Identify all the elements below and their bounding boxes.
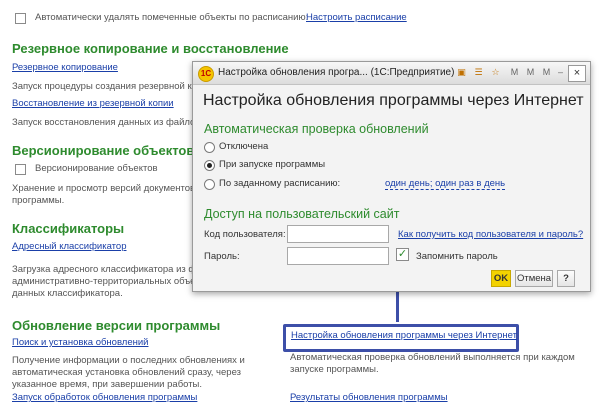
restore-link[interactable]: Восстановление из резервной копии (12, 98, 174, 109)
run-update-handlers-link[interactable]: Запуск обработок обновления программы (12, 392, 197, 403)
help-button[interactable]: ? (557, 270, 575, 287)
remember-password-checkbox[interactable]: ✓ (396, 248, 409, 261)
dialog-title: Настройка обновления программы через Инт… (203, 92, 584, 109)
classifier-description: Загрузка адресного классификатора из фа (12, 264, 202, 275)
close-icon[interactable]: × (568, 65, 586, 82)
versioning-label: Версионирование объектов (35, 163, 158, 174)
update-section-title: Обновление версии программы (12, 318, 221, 333)
remember-password-label: Запомнить пароль (416, 251, 498, 262)
how-to-get-code-link[interactable]: Как получить код пользователя и пароль? (398, 229, 583, 240)
classifier-description-3: данных классификатора. (12, 288, 123, 299)
password-input[interactable] (287, 247, 389, 265)
backup-section-title: Резервное копирование и восстановление (12, 41, 289, 56)
callout-connector (396, 290, 399, 322)
memory-minus-icon[interactable]: M (540, 66, 553, 79)
update-results-link[interactable]: Результаты обновления программы (290, 392, 448, 403)
list-icon[interactable]: ☰ (472, 66, 485, 79)
user-code-label: Код пользователя: (204, 229, 286, 240)
update-settings-description: Автоматическая проверка обновлений выпол… (290, 352, 575, 375)
versioning-section-title: Версионирование объектов (12, 143, 195, 158)
memory-icon[interactable]: M (508, 66, 521, 79)
auto-check-heading: Автоматическая проверка обновлений (204, 122, 429, 136)
access-heading: Доступ на пользовательский сайт (204, 207, 400, 221)
radio-on-startup[interactable] (204, 160, 215, 171)
versioning-checkbox[interactable] (15, 164, 26, 175)
bookmark-icon[interactable]: ☆ (489, 66, 502, 79)
find-updates-description: Получение информации о последних обновле… (12, 355, 245, 390)
save-icon[interactable]: ▣ (455, 66, 468, 79)
ok-button[interactable]: OK (491, 270, 511, 287)
backup-description: Запуск процедуры создания резервной коп (12, 81, 203, 92)
restore-description: Запуск восстановления данных из файлов р (12, 117, 209, 128)
address-classifier-link[interactable]: Адресный классификатор (12, 241, 127, 252)
radio-disabled[interactable] (204, 142, 215, 153)
minimize-icon[interactable]: – (554, 66, 567, 79)
backup-link[interactable]: Резервное копирование (12, 62, 118, 73)
radio-schedule[interactable] (204, 179, 215, 190)
app-1c-icon: 1С (198, 66, 214, 82)
versioning-description: Хранение и просмотр версий документов и (12, 183, 204, 194)
classifier-description-2: административно-территориальных объект (12, 276, 205, 287)
versioning-description-2: программы. (12, 195, 65, 206)
cancel-button[interactable]: Отмена (515, 270, 553, 287)
radio-disabled-label: Отключена (219, 141, 269, 152)
update-settings-dialog: 1С Настройка обновления програ... (1С:Пр… (192, 61, 591, 292)
password-label: Пароль: (204, 251, 240, 262)
classifiers-section-title: Классификаторы (12, 221, 125, 236)
auto-delete-label: Автоматически удалять помеченные объекты… (35, 12, 309, 23)
radio-schedule-label: По заданному расписанию: (219, 178, 341, 189)
update-settings-link[interactable]: Настройка обновления программы через Инт… (291, 330, 517, 341)
schedule-link[interactable]: один день; один раз в день (385, 178, 506, 190)
window-title: Настройка обновления програ... (1С:Предп… (218, 67, 455, 78)
configure-schedule-link[interactable]: Настроить расписание (306, 12, 407, 23)
auto-delete-checkbox[interactable] (15, 13, 26, 24)
radio-on-startup-label: При запуске программы (219, 159, 326, 170)
user-code-input[interactable] (287, 225, 389, 243)
dialog-titlebar[interactable]: 1С Настройка обновления програ... (1С:Пр… (193, 62, 590, 85)
find-updates-link[interactable]: Поиск и установка обновлений (12, 337, 148, 348)
highlight-frame: Настройка обновления программы через Инт… (283, 324, 519, 352)
memory-plus-icon[interactable]: M (524, 66, 537, 79)
